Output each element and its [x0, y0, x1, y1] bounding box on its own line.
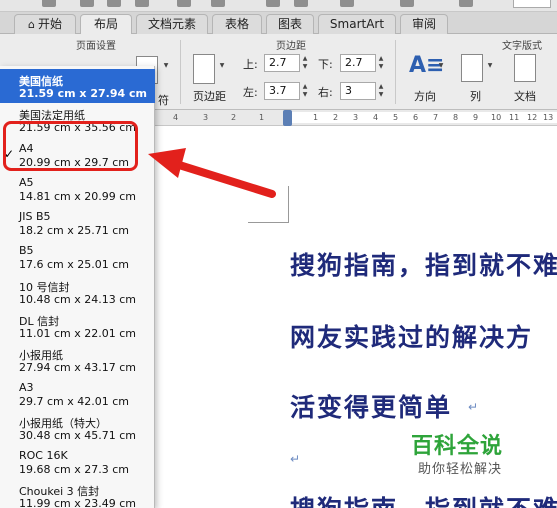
annotation-arrow-icon: [148, 148, 276, 198]
